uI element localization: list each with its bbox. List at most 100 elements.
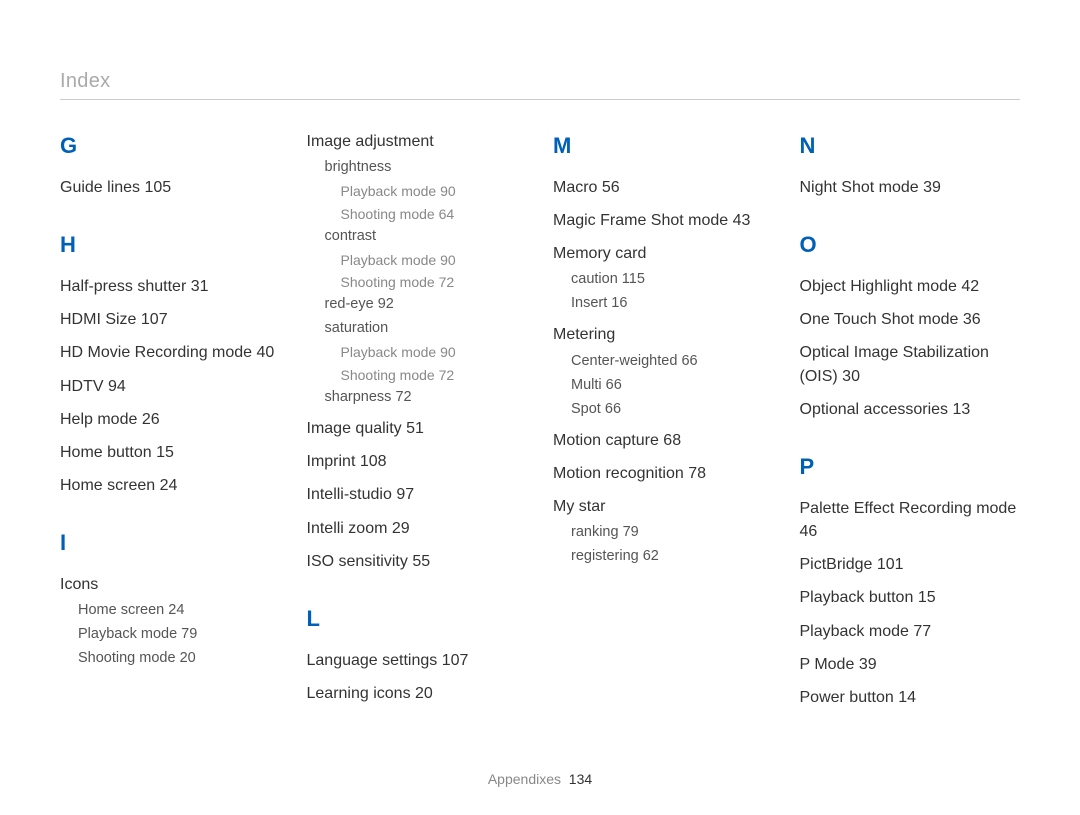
entry-page: 115 [622,271,645,287]
entry-page: 107 [442,652,469,669]
entry-text: Power button [800,689,894,706]
index-entry: Playback button 15 [800,586,1021,609]
entry-page: 40 [257,344,275,361]
entry-text: Magic Frame Shot mode [553,212,728,229]
index-entry: HDTV 94 [60,375,281,398]
entry-text: Icons [60,576,98,593]
section-letter: L [307,603,528,635]
entry-page: 108 [360,453,387,470]
index-entry: Home button 15 [60,441,281,464]
entry-page: 20 [415,685,433,702]
index-subentry-2: Shooting mode 72 [341,365,528,385]
entry-page: 51 [406,420,424,437]
index-subentry: ranking 79 [571,522,774,543]
index-subentry: Multi 66 [571,375,774,396]
entry-page: 15 [156,444,174,461]
entry-text: ISO sensitivity [307,553,408,570]
entry-page: 66 [606,377,622,393]
entry-text: Home screen [78,602,164,618]
index-entry: Palette Effect Recording mode 46 [800,497,1021,543]
index-subentry: Spot 66 [571,399,774,420]
entry-page: 79 [181,626,197,642]
footer-page-number: 134 [569,771,592,787]
entry-page: 31 [191,278,209,295]
entry-page: 79 [623,524,639,540]
index-entry: Intelli-studio 97 [307,483,528,506]
entry-text: Imprint [307,453,356,470]
index-entry: HDMI Size 107 [60,308,281,331]
entry-text: Playback mode [341,252,437,268]
entry-page: 46 [800,523,818,540]
entry-text: P Mode [800,656,855,673]
index-entry: Help mode 26 [60,408,281,431]
entry-page: 39 [859,656,877,673]
entry-page: 55 [412,553,430,570]
entry-page: 16 [611,295,627,311]
section-letter: N [800,130,1021,162]
entry-text: Macro [553,179,597,196]
entry-text: Shooting mode [341,206,435,222]
header-rule [60,99,1020,100]
index-entry: PictBridge 101 [800,553,1021,576]
entry-page: 36 [963,311,981,328]
footer-label: Appendixes [488,771,561,787]
entry-text: One Touch Shot mode [800,311,959,328]
entry-text: HDTV [60,378,104,395]
entry-text: Playback mode [800,623,909,640]
entry-text: Intelli-studio [307,486,392,503]
entry-text: Memory card [553,245,646,262]
entry-text: HD Movie Recording mode [60,344,252,361]
entry-page: 78 [688,465,706,482]
entry-page: 92 [378,296,394,312]
index-column: GGuide lines 105HHalf-press shutter 31HD… [60,130,281,719]
index-column: Image adjustment brightness Playback mode … [307,130,528,719]
entry-text: Home screen [60,477,155,494]
entry-page: 20 [180,650,196,666]
section-letter: M [553,130,774,162]
entry-text: Playback mode [341,183,437,199]
index-entry: Optional accessories 13 [800,398,1021,421]
entry-page: 77 [913,623,931,640]
entry-text: Shooting mode [341,274,435,290]
entry-text: Half-press shutter [60,278,186,295]
entry-page: 64 [439,206,455,222]
section-letter: P [800,451,1021,483]
entry-text: Home button [60,444,152,461]
index-subentry-2: Shooting mode 64 [341,204,528,224]
entry-text: brightness [325,159,392,175]
entry-text: ranking [571,524,619,540]
index-subentry: registering 62 [571,546,774,567]
index-group-heading: Image adjustment [307,130,528,153]
entry-page: 29 [392,520,410,537]
entry-page: 90 [440,183,456,199]
index-column: NNight Shot mode 39OObject Highlight mod… [800,130,1021,719]
entry-page: 90 [440,252,456,268]
entry-text: Help mode [60,411,137,428]
index-group-heading: Icons [60,573,281,596]
entry-text: Object Highlight mode [800,278,957,295]
index-page: Index GGuide lines 105HHalf-press shutte… [0,0,1080,815]
entry-page: 43 [733,212,751,229]
entry-text: Motion recognition [553,465,684,482]
entry-text: PictBridge [800,556,873,573]
entry-page: 30 [842,368,860,385]
entry-text: Palette Effect Recording mode [800,500,1017,517]
index-entry: Learning icons 20 [307,682,528,705]
entry-page: 94 [108,378,126,395]
entry-text: sharpness [325,389,392,405]
index-subentry: Home screen 24 [78,600,281,621]
entry-text: Metering [553,326,615,343]
index-subentry-2: Playback mode 90 [341,181,528,201]
index-subentry: brightness [325,157,528,178]
index-entry: P Mode 39 [800,653,1021,676]
index-column: MMacro 56Magic Frame Shot mode 43Memory … [553,130,774,719]
entry-page: 42 [961,278,979,295]
page-footer: Appendixes 134 [0,771,1080,787]
entry-text: Shooting mode [341,367,435,383]
entry-page: 68 [663,432,681,449]
entry-page: 24 [160,477,178,494]
index-entry: Power button 14 [800,686,1021,709]
index-subentry: Shooting mode 20 [78,648,281,669]
index-subentry-2: Shooting mode 72 [341,272,528,292]
entry-page: 90 [440,344,456,360]
